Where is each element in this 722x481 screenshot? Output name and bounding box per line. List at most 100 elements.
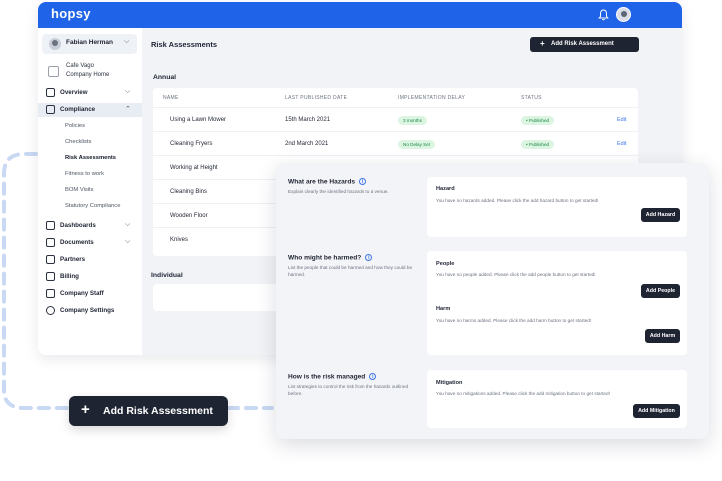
user-name: Fabian Herman bbox=[66, 39, 113, 46]
edit-link[interactable]: Edit bbox=[617, 141, 626, 147]
sidebar-item-compliance[interactable]: Compliance ⌃ bbox=[38, 103, 142, 117]
sidebar-item-overview[interactable]: Overview ⌵ bbox=[38, 86, 142, 100]
row-name: Knives bbox=[170, 237, 189, 243]
sidebar-item-label: Billing bbox=[60, 273, 79, 280]
home-icon bbox=[46, 88, 55, 97]
sidebar-sub-item-fitness[interactable]: Fitness to work bbox=[65, 171, 104, 177]
hazard-label: Hazard bbox=[436, 186, 455, 192]
people-label: People bbox=[436, 261, 455, 267]
column-header-implementation-delay: IMPLEMENTATION DELAY bbox=[398, 95, 466, 101]
chevron-down-icon: ⌵ bbox=[125, 88, 131, 95]
table-row[interactable]: Cleaning Fryers 2nd March 2021 No Delay … bbox=[153, 131, 638, 155]
billing-icon bbox=[46, 272, 55, 281]
chevron-down-icon: ⌵ bbox=[125, 221, 131, 228]
status-badge: • Published bbox=[521, 140, 555, 149]
add-hazard-button[interactable]: Add Hazard bbox=[641, 208, 680, 222]
plus-icon: + bbox=[81, 401, 90, 418]
company-home[interactable]: Cafe Vago Company Home bbox=[46, 62, 138, 82]
risk-assessment-form-panel: What are the Hazards i Explain clearly th… bbox=[276, 163, 709, 439]
sidebar-item-dashboards[interactable]: Dashboards ⌵ bbox=[38, 219, 142, 233]
harmed-heading: Who might be harmed? i bbox=[288, 254, 373, 262]
row-name: Working at Height bbox=[170, 165, 218, 171]
sidebar-sub-item-checklists[interactable]: Checklists bbox=[65, 139, 91, 145]
bell-icon[interactable] bbox=[598, 9, 609, 21]
add-mitigation-button[interactable]: Add Mitigation bbox=[633, 404, 680, 418]
row-name: Using a Lawn Mower bbox=[170, 117, 227, 123]
hazards-description: Explain clearly the identified hazards t… bbox=[288, 189, 389, 194]
column-header-last-published: LAST PUBLISHED DATE bbox=[285, 95, 348, 101]
row-name: Cleaning Bins bbox=[170, 189, 208, 195]
sidebar-sub-item-bom-visits[interactable]: BOM Visits bbox=[65, 187, 94, 193]
sidebar-item-label: Overview bbox=[60, 89, 88, 96]
sidebar-item-partners[interactable]: Partners bbox=[38, 253, 142, 267]
hazard-empty-text: You have no hazards added. Please click … bbox=[436, 198, 599, 203]
row-date: 2nd March 2021 bbox=[285, 141, 329, 147]
info-icon[interactable]: i bbox=[369, 373, 377, 380]
sidebar-item-company-settings[interactable]: Company Settings bbox=[38, 304, 142, 318]
sidebar-item-label: Company Staff bbox=[60, 290, 104, 297]
company-subtitle: Company Home bbox=[66, 72, 110, 78]
hazards-heading: What are the Hazards i bbox=[288, 178, 367, 186]
info-icon[interactable]: i bbox=[359, 178, 367, 185]
individual-table bbox=[153, 284, 283, 311]
clipboard-icon bbox=[46, 105, 55, 114]
document-icon bbox=[46, 238, 55, 247]
company-name: Cafe Vago bbox=[66, 63, 94, 69]
company-icon bbox=[48, 66, 59, 77]
hazards-title: What are the Hazards bbox=[288, 178, 356, 186]
edit-link[interactable]: Edit bbox=[617, 117, 626, 123]
button-label: Add Risk Assessment bbox=[551, 41, 614, 47]
harm-empty-text: You have no harms added. Please click th… bbox=[436, 318, 592, 323]
row-date: 15th March 2021 bbox=[285, 117, 331, 123]
mitigation-label: Mitigation bbox=[436, 380, 463, 386]
logo: hopsy bbox=[51, 6, 91, 21]
sidebar: Fabian Herman ⌵ Cafe Vago Company Home O… bbox=[38, 28, 142, 355]
add-risk-assessment-cta-button[interactable]: + Add Risk Assessment bbox=[69, 396, 228, 426]
people-empty-text: You have no people added. Please click t… bbox=[436, 272, 596, 277]
page-title: Risk Assessments bbox=[151, 40, 218, 49]
partners-icon bbox=[46, 255, 55, 264]
harmed-card: People You have no people added. Please … bbox=[427, 251, 687, 355]
table-row[interactable]: Using a Lawn Mower 15th March 2021 3 mon… bbox=[153, 107, 638, 131]
managed-title: How is the risk managed bbox=[288, 373, 366, 381]
column-header-status: STATUS bbox=[521, 95, 542, 101]
delay-badge: 3 months bbox=[398, 116, 427, 125]
chevron-down-icon: ⌵ bbox=[124, 38, 130, 45]
status-badge: • Published bbox=[521, 116, 555, 125]
sidebar-item-label: Compliance bbox=[60, 106, 96, 113]
managed-description: List strategies to control the risk from… bbox=[288, 384, 409, 396]
gear-icon bbox=[46, 306, 55, 315]
grid-icon bbox=[46, 221, 55, 230]
row-name: Wooden Floor bbox=[170, 213, 208, 219]
user-avatar-icon[interactable] bbox=[616, 7, 631, 22]
column-header-name: NAME bbox=[163, 95, 179, 101]
sidebar-item-company-staff[interactable]: Company Staff bbox=[38, 287, 142, 301]
hazard-card: Hazard You have no hazards added. Please… bbox=[427, 177, 687, 237]
add-people-button[interactable]: Add People bbox=[641, 284, 680, 298]
section-heading-annual: Annual bbox=[153, 74, 177, 81]
cta-label: Add Risk Assessment bbox=[103, 405, 213, 417]
delay-badge: No Delay Set bbox=[398, 140, 436, 149]
add-risk-assessment-button[interactable]: + Add Risk Assessment bbox=[530, 37, 639, 52]
user-switcher[interactable]: Fabian Herman ⌵ bbox=[42, 34, 137, 54]
sidebar-item-label: Dashboards bbox=[60, 222, 96, 229]
sidebar-item-billing[interactable]: Billing bbox=[38, 270, 142, 284]
chevron-down-icon: ⌵ bbox=[125, 238, 131, 245]
sidebar-sub-item-statutory[interactable]: Statutory Compliance bbox=[65, 203, 120, 209]
mitigation-card: Mitigation You have no mitigations added… bbox=[427, 370, 687, 428]
status-text: Published bbox=[528, 118, 550, 123]
top-bar: hopsy bbox=[38, 2, 682, 28]
harmed-title: Who might be harmed? bbox=[288, 254, 362, 262]
add-harm-button[interactable]: Add Harm bbox=[645, 329, 680, 343]
sidebar-sub-item-policies[interactable]: Policies bbox=[65, 123, 85, 129]
harmed-description: List the people that could be harmed and… bbox=[288, 265, 413, 277]
section-heading-individual: Individual bbox=[151, 272, 183, 279]
status-text: Published bbox=[528, 142, 550, 147]
sidebar-item-label: Documents bbox=[60, 239, 94, 246]
chevron-up-icon: ⌃ bbox=[125, 106, 131, 113]
sidebar-sub-item-risk-assessments[interactable]: Risk Assessments bbox=[65, 155, 116, 161]
row-name: Cleaning Fryers bbox=[170, 141, 213, 147]
sidebar-item-documents[interactable]: Documents ⌵ bbox=[38, 236, 142, 250]
managed-heading: How is the risk managed i bbox=[288, 373, 377, 381]
info-icon[interactable]: i bbox=[365, 254, 373, 261]
